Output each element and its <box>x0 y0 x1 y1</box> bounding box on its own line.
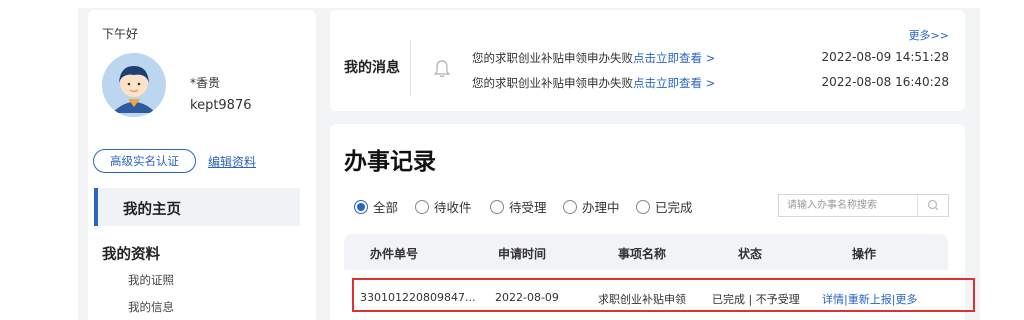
column-header: 申请时间 <box>497 247 547 261</box>
filter-completed[interactable]: 已完成 <box>636 197 693 216</box>
bell-icon <box>433 60 451 78</box>
message-item: 您的求职创业补贴申领申办失败点击立即查看 > <box>472 51 716 65</box>
active-indicator <box>94 188 98 226</box>
search-button[interactable] <box>917 195 948 216</box>
view-message-link[interactable]: 点击立即查看 > <box>633 51 715 65</box>
radio-icon <box>636 199 650 214</box>
filter-pending-acceptance[interactable]: 待受理 <box>490 197 547 216</box>
view-message-link[interactable]: 点击立即查看 > <box>633 76 715 90</box>
cell-date: 2022-08-09 <box>495 291 559 304</box>
sidebar-item-certificates[interactable]: 我的证照 <box>128 272 174 288</box>
profile-heading: 我的资料 <box>102 247 160 263</box>
cell-id: 330101220809847... <box>360 291 476 304</box>
message-item: 您的求职创业补贴申领申办失败点击立即查看 > <box>472 76 716 90</box>
radio-icon <box>415 199 429 214</box>
user-id: kept9876 <box>190 98 252 113</box>
divider <box>410 40 411 96</box>
cell-name: 求职创业补贴申领 <box>598 293 686 306</box>
table-header: 办件单号 申请时间 事项名称 状态 操作 <box>344 234 948 270</box>
user-panel: 下午好 *香贵 kept9876 高级实名认证 编辑资料 我的主页 我的资料 我… <box>88 10 316 320</box>
cell-operations: 详情|重新上报|更多 <box>822 293 918 306</box>
more-link[interactable]: 更多 <box>895 293 917 306</box>
column-header: 操作 <box>851 247 877 261</box>
detail-link[interactable]: 详情 <box>822 293 844 306</box>
radio-checked-icon <box>354 199 368 214</box>
search-box <box>778 194 949 217</box>
message-time: 2022-08-09 14:51:28 <box>821 50 949 64</box>
column-header: 事项名称 <box>617 247 667 261</box>
avatar <box>102 53 166 117</box>
messages-title: 我的消息 <box>344 60 400 76</box>
search-input[interactable] <box>779 195 917 216</box>
more-messages-link[interactable]: 更多>> <box>909 27 949 43</box>
greeting: 下午好 <box>102 27 139 41</box>
user-name: *香贵 <box>190 76 221 90</box>
radio-icon <box>563 199 577 214</box>
radio-icon <box>490 199 504 214</box>
filter-pending-receipt[interactable]: 待收件 <box>415 197 472 216</box>
records-card: 办事记录 全部 待收件 待受理 办理中 已完成 办件单号 申请时间 事项名称 状… <box>330 124 975 320</box>
filter-in-progress[interactable]: 办理中 <box>563 197 620 216</box>
sidebar-item-label: 我的主页 <box>123 202 181 218</box>
filter-all[interactable]: 全部 <box>354 197 398 216</box>
column-header: 状态 <box>737 247 763 261</box>
cell-status: 已完成 | 不予受理 <box>712 293 800 306</box>
records-title: 办事记录 <box>344 149 436 175</box>
edit-profile-link[interactable]: 编辑资料 <box>208 153 256 170</box>
verify-button[interactable]: 高级实名认证 <box>93 149 196 173</box>
sidebar-item-home[interactable]: 我的主页 <box>94 188 300 226</box>
message-time: 2022-08-08 16:40:28 <box>821 75 949 89</box>
column-header: 办件单号 <box>369 247 419 261</box>
messages-card: 更多>> 我的消息 您的求职创业补贴申领申办失败点击立即查看 > 2022-08… <box>330 10 965 111</box>
resubmit-link[interactable]: 重新上报 <box>848 293 892 306</box>
sidebar-item-info[interactable]: 我的信息 <box>128 299 174 315</box>
search-icon <box>927 199 939 211</box>
